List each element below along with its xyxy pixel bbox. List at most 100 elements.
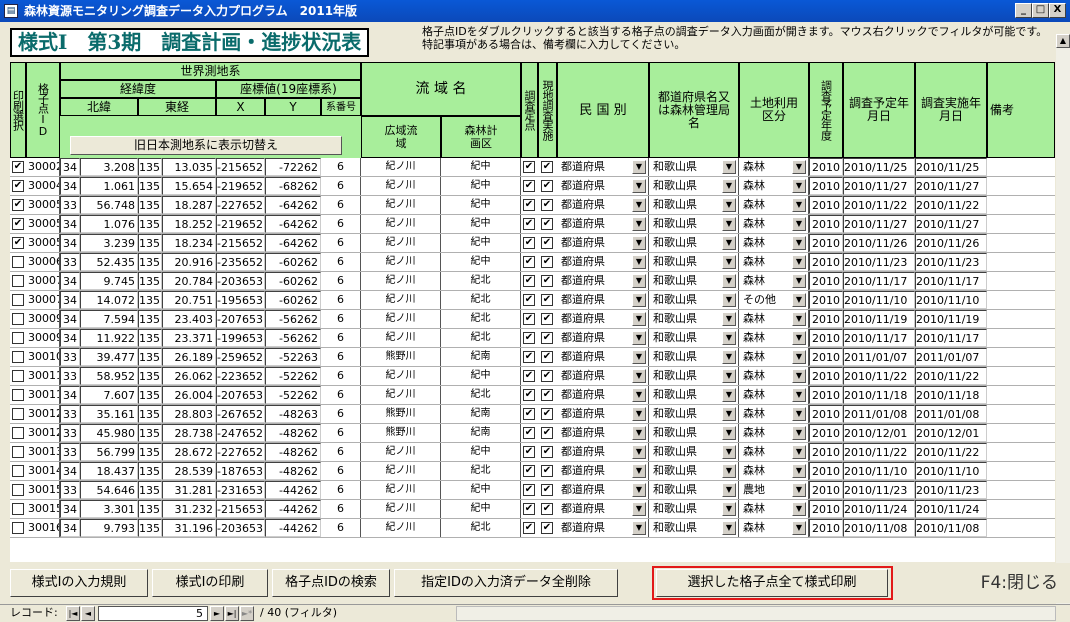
field-survey-checkbox[interactable]: ✔ (541, 256, 553, 268)
land-combo[interactable]: 森林 ▼ (739, 424, 809, 442)
note-cell[interactable] (987, 462, 1055, 480)
survey-point-checkbox[interactable]: ✔ (523, 465, 535, 477)
survey-point-checkbox[interactable]: ✔ (523, 237, 535, 249)
grid-id-cell[interactable]: 300094 (26, 310, 60, 328)
field-survey-checkbox[interactable]: ✔ (541, 218, 553, 230)
survey-point-checkbox[interactable]: ✔ (523, 275, 535, 287)
field-survey-checkbox[interactable]: ✔ (541, 294, 553, 306)
chevron-down-icon[interactable]: ▼ (632, 217, 646, 231)
survey-point-checkbox[interactable]: ✔ (523, 332, 535, 344)
print-select-checkbox[interactable] (12, 465, 24, 477)
chevron-down-icon[interactable]: ▼ (632, 388, 646, 402)
note-cell[interactable] (987, 443, 1055, 461)
survey-point-checkbox[interactable]: ✔ (523, 180, 535, 192)
print-form-button[interactable]: 様式Ⅰの印刷 (152, 569, 268, 597)
chevron-down-icon[interactable]: ▼ (792, 350, 806, 364)
field-survey-checkbox[interactable]: ✔ (541, 370, 553, 382)
lond-cell[interactable]: 135 (138, 481, 162, 499)
pd-cell[interactable]: 2010/11/19 (843, 310, 915, 328)
switch-datum-button[interactable]: 旧日本測地系に表示切替え (70, 136, 342, 155)
latd-cell[interactable]: 34 (60, 310, 80, 328)
search-grid-id-button[interactable]: 格子点IDの検索 (272, 569, 390, 597)
lond-cell[interactable]: 135 (138, 462, 162, 480)
survey-point-checkbox[interactable]: ✔ (523, 199, 535, 211)
delete-data-button[interactable]: 指定IDの入力済データ全削除 (394, 569, 618, 597)
table-row[interactable]: ✔300055341.07613518.252-219652-642626紀ノ川… (10, 215, 1055, 234)
lond-cell[interactable]: 135 (138, 310, 162, 328)
x-cell[interactable]: -267652 (216, 405, 265, 423)
chevron-down-icon[interactable]: ▼ (722, 483, 736, 497)
land-combo[interactable]: 森林 ▼ (739, 177, 809, 195)
table-row[interactable]: 300094347.59413523.403-207653-562626紀ノ川紀… (10, 310, 1055, 329)
land-combo[interactable]: 森林 ▼ (739, 253, 809, 271)
x-cell[interactable]: -215652 (216, 234, 265, 252)
pd-cell[interactable]: 2010/11/27 (843, 177, 915, 195)
latm-cell[interactable]: 7.594 (80, 310, 138, 328)
own-combo[interactable]: 都道府県 ▼ (557, 481, 649, 499)
y-cell[interactable]: -48262 (265, 424, 321, 442)
chevron-down-icon[interactable]: ▼ (722, 179, 736, 193)
chevron-down-icon[interactable]: ▼ (632, 426, 646, 440)
lonm-cell[interactable]: 13.035 (162, 158, 216, 176)
chevron-down-icon[interactable]: ▼ (632, 179, 646, 193)
chevron-down-icon[interactable]: ▼ (792, 483, 806, 497)
dd-cell[interactable]: 2010/12/01 (915, 424, 987, 442)
latm-cell[interactable]: 7.607 (80, 386, 138, 404)
latd-cell[interactable]: 34 (60, 462, 80, 480)
y-cell[interactable]: -60262 (265, 253, 321, 271)
pd-cell[interactable]: 2010/11/22 (843, 443, 915, 461)
lonm-cell[interactable]: 23.403 (162, 310, 216, 328)
grid-id-cell[interactable]: 300115 (26, 386, 60, 404)
survey-point-checkbox[interactable]: ✔ (523, 427, 535, 439)
grid-id-cell[interactable]: 300077 (26, 291, 60, 309)
field-survey-checkbox[interactable]: ✔ (541, 351, 553, 363)
latd-cell[interactable]: 34 (60, 272, 80, 290)
table-row[interactable]: ✔300027343.20813513.035-215652-722626紀ノ川… (10, 158, 1055, 177)
lonm-cell[interactable]: 15.654 (162, 177, 216, 195)
own-combo[interactable]: 都道府県 ▼ (557, 291, 649, 309)
pd-cell[interactable]: 2011/01/07 (843, 348, 915, 366)
lonm-cell[interactable]: 23.371 (162, 329, 216, 347)
note-cell[interactable] (987, 405, 1055, 423)
input-rules-button[interactable]: 様式Ⅰの入力規則 (10, 569, 148, 597)
y-cell[interactable]: -64262 (265, 215, 321, 233)
chevron-down-icon[interactable]: ▼ (632, 445, 646, 459)
pref-combo[interactable]: 和歌山県 ▼ (649, 462, 739, 480)
chevron-down-icon[interactable]: ▼ (632, 464, 646, 478)
latd-cell[interactable]: 34 (60, 215, 80, 233)
pd-cell[interactable]: 2010/11/27 (843, 215, 915, 233)
grid-id-cell[interactable]: 300102 (26, 348, 60, 366)
own-combo[interactable]: 都道府県 ▼ (557, 405, 649, 423)
table-row[interactable]: ✔300040341.06113515.654-219652-682626紀ノ川… (10, 177, 1055, 196)
table-row[interactable]: 3001233335.16113528.803-267652-482636熊野川… (10, 405, 1055, 424)
latm-cell[interactable]: 1.076 (80, 215, 138, 233)
y-cell[interactable]: -52262 (265, 367, 321, 385)
land-combo[interactable]: 森林 ▼ (739, 367, 809, 385)
dd-cell[interactable]: 2010/11/23 (915, 481, 987, 499)
field-survey-checkbox[interactable]: ✔ (541, 446, 553, 458)
own-combo[interactable]: 都道府県 ▼ (557, 234, 649, 252)
lonm-cell[interactable]: 20.916 (162, 253, 216, 271)
land-combo[interactable]: 森林 ▼ (739, 405, 809, 423)
lonm-cell[interactable]: 31.196 (162, 519, 216, 537)
x-cell[interactable]: -203653 (216, 519, 265, 537)
land-combo[interactable]: 森林 ▼ (739, 234, 809, 252)
note-cell[interactable] (987, 215, 1055, 233)
chevron-down-icon[interactable]: ▼ (792, 255, 806, 269)
latm-cell[interactable]: 3.301 (80, 500, 138, 518)
grid-id-cell[interactable]: 300123 (26, 405, 60, 423)
latd-cell[interactable]: 34 (60, 234, 80, 252)
chevron-down-icon[interactable]: ▼ (792, 502, 806, 516)
y-cell[interactable]: -64262 (265, 196, 321, 214)
year-cell[interactable]: 2010 (809, 367, 843, 385)
own-combo[interactable]: 都道府県 ▼ (557, 196, 649, 214)
latd-cell[interactable]: 33 (60, 405, 80, 423)
pref-combo[interactable]: 和歌山県 ▼ (649, 272, 739, 290)
chevron-down-icon[interactable]: ▼ (632, 483, 646, 497)
vertical-scrollbar[interactable]: ▲ (1056, 34, 1070, 604)
latd-cell[interactable]: 34 (60, 291, 80, 309)
land-combo[interactable]: 森林 ▼ (739, 348, 809, 366)
chevron-down-icon[interactable]: ▼ (722, 350, 736, 364)
pd-cell[interactable]: 2010/11/17 (843, 329, 915, 347)
y-cell[interactable]: -44262 (265, 519, 321, 537)
